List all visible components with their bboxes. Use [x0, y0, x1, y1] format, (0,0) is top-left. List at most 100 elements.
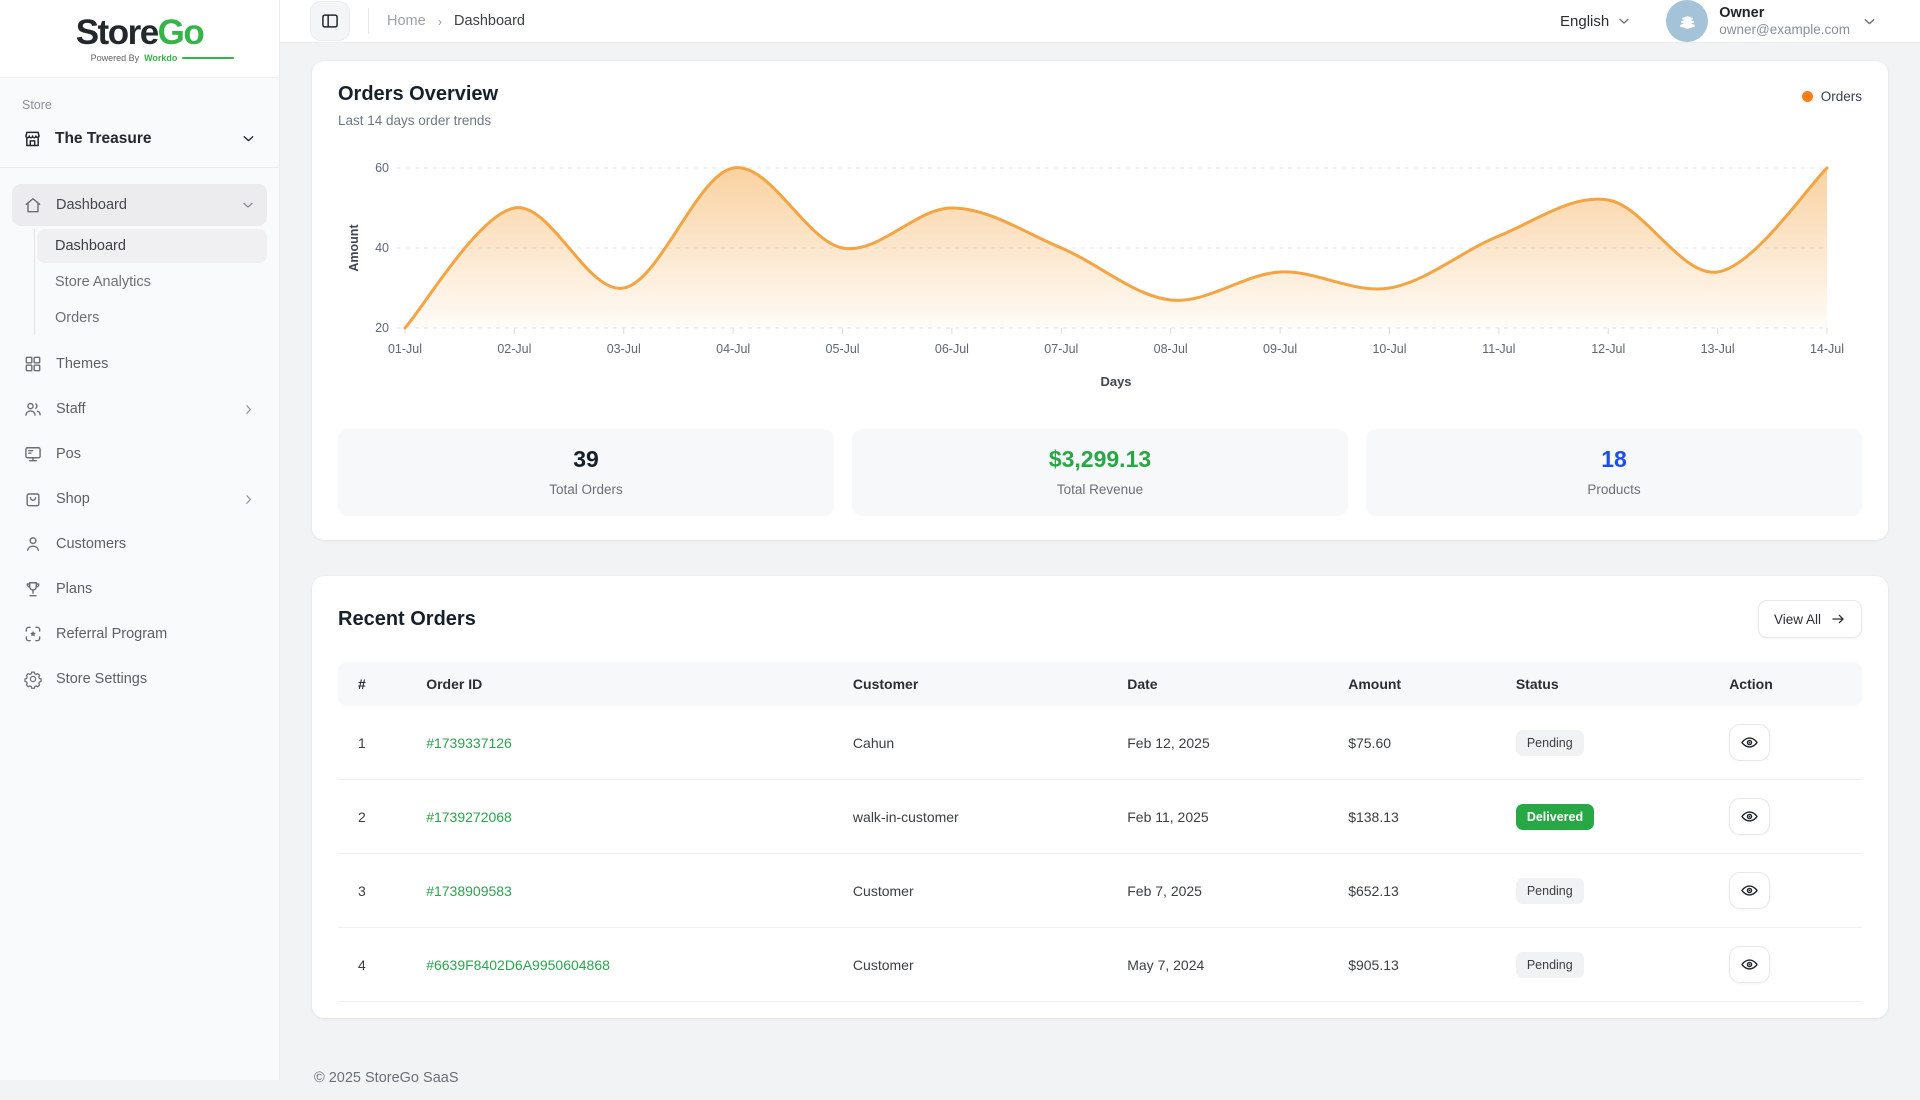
svg-text:08-Jul: 08-Jul [1154, 342, 1188, 356]
svg-text:20: 20 [375, 321, 389, 335]
sidebar-subitem-orders[interactable]: Orders [37, 301, 267, 335]
column-header--: # [338, 662, 414, 706]
orders-table-header: #Order IDCustomerDateAmountStatusAction [338, 662, 1862, 706]
orders-table: #Order IDCustomerDateAmountStatusAction … [338, 662, 1862, 1002]
view-order-button[interactable] [1729, 724, 1770, 761]
brand-name-part2: Go [158, 13, 204, 52]
svg-text:Days: Days [1100, 374, 1131, 389]
sidebar-item-themes[interactable]: Themes [12, 343, 267, 385]
sidebar-subitem-store-analytics[interactable]: Store Analytics [37, 265, 267, 299]
store-selector[interactable]: The Treasure [0, 124, 279, 168]
svg-text:06-Jul: 06-Jul [935, 342, 969, 356]
sidebar-item-label: Dashboard [56, 197, 127, 213]
breadcrumb-home[interactable]: Home [387, 13, 426, 29]
svg-text:03-Jul: 03-Jul [607, 342, 641, 356]
svg-text:10-Jul: 10-Jul [1372, 342, 1406, 356]
svg-text:04-Jul: 04-Jul [716, 342, 750, 356]
order-id-link[interactable]: #1739272068 [426, 809, 512, 825]
cell-num: 4 [338, 928, 414, 1002]
main-area: Home › Dashboard English Owner [280, 0, 1920, 1080]
sidebar-item-label: Shop [56, 491, 90, 507]
user-menu[interactable]: Owner owner@example.com [1666, 0, 1878, 42]
view-all-button[interactable]: View All [1758, 600, 1862, 638]
table-row: 1 #1739337126 Cahun Feb 12, 2025 $75.60 … [338, 706, 1862, 780]
status-badge: Pending [1516, 730, 1584, 756]
chart-legend-orders[interactable]: Orders [1802, 89, 1862, 104]
view-order-button[interactable] [1729, 946, 1770, 983]
sidebar-submenu: DashboardStore AnalyticsOrders [34, 229, 267, 335]
sidebar-item-label: Plans [56, 581, 92, 597]
topbar-divider [368, 8, 369, 34]
recent-orders-title: Recent Orders [338, 608, 476, 631]
cell-amount: $652.13 [1336, 854, 1504, 928]
sidebar-item-plans[interactable]: Plans [12, 568, 267, 610]
users-icon [23, 399, 43, 419]
cell-date: Feb 12, 2025 [1115, 706, 1336, 780]
order-id-link[interactable]: #1738909583 [426, 883, 512, 899]
sidebar-item-label: Store Settings [56, 671, 147, 687]
gear-icon [23, 669, 43, 689]
cell-date: Feb 7, 2025 [1115, 854, 1336, 928]
trophy-icon [23, 579, 43, 599]
column-header-status: Status [1504, 662, 1717, 706]
view-order-button[interactable] [1729, 872, 1770, 909]
language-selector[interactable]: English [1560, 13, 1632, 30]
cell-customer: Cahun [841, 706, 1115, 780]
arrow-right-icon [1830, 611, 1846, 627]
stat-card-total-orders: 39 Total Orders [338, 429, 834, 516]
column-header-date: Date [1115, 662, 1336, 706]
powered-by: Powered By Workdo [91, 53, 235, 63]
table-row: 4 #6639F8402D6A9950604868 Customer May 7… [338, 928, 1862, 1002]
sidebar-item-shop[interactable]: Shop [12, 478, 267, 520]
user-name: Owner [1719, 4, 1850, 22]
sidebar: StoreGo Powered By Workdo Store The Trea… [0, 0, 280, 1080]
stat-value: 39 [338, 446, 834, 473]
column-header-customer: Customer [841, 662, 1115, 706]
svg-text:11-Jul: 11-Jul [1482, 342, 1515, 356]
svg-text:14-Jul: 14-Jul [1810, 342, 1844, 356]
view-all-label: View All [1774, 612, 1821, 627]
language-label: English [1560, 13, 1609, 30]
eye-icon [1740, 733, 1759, 752]
building-icon [1675, 9, 1700, 34]
sidebar-item-dashboard[interactable]: Dashboard [12, 184, 267, 226]
app-root: StoreGo Powered By Workdo Store The Trea… [0, 0, 1920, 1080]
svg-text:12-Jul: 12-Jul [1591, 342, 1625, 356]
stats-row: 39 Total Orders $3,299.13 Total Revenue … [338, 429, 1862, 516]
view-order-button[interactable] [1729, 798, 1770, 835]
sidebar-subitem-dashboard[interactable]: Dashboard [37, 229, 267, 263]
sidebar-item-staff[interactable]: Staff [12, 388, 267, 430]
sidebar-item-label: Customers [56, 536, 126, 552]
chevron-down-icon [240, 197, 256, 213]
sidebar-item-customers[interactable]: Customers [12, 523, 267, 565]
svg-text:60: 60 [375, 161, 389, 175]
panel-icon [320, 11, 340, 31]
column-header-action: Action [1717, 662, 1862, 706]
legend-dot-icon [1802, 91, 1813, 102]
cell-customer: Customer [841, 854, 1115, 928]
avatar [1666, 0, 1708, 42]
orders-area-chart: 20406001-Jul02-Jul03-Jul04-Jul05-Jul06-J… [338, 138, 1862, 410]
breadcrumb-separator: › [438, 14, 442, 29]
stat-value: $3,299.13 [852, 446, 1348, 473]
sidebar-item-referral-program[interactable]: Referral Program [12, 613, 267, 655]
storefront-icon [22, 128, 43, 149]
topbar: Home › Dashboard English Owner [280, 0, 1920, 43]
order-id-link[interactable]: #1739337126 [426, 735, 512, 751]
sidebar-item-label: Pos [56, 446, 81, 462]
chart-wrap: 20406001-Jul02-Jul03-Jul04-Jul05-Jul06-J… [338, 138, 1862, 415]
cell-amount: $138.13 [1336, 780, 1504, 854]
brand-logo: StoreGo Powered By Workdo [0, 0, 279, 78]
sidebar-toggle-button[interactable] [310, 1, 350, 41]
table-row: 3 #1738909583 Customer Feb 7, 2025 $652.… [338, 854, 1862, 928]
order-id-link[interactable]: #6639F8402D6A9950604868 [426, 957, 610, 973]
sidebar-item-pos[interactable]: Pos [12, 433, 267, 475]
sidebar-item-store-settings[interactable]: Store Settings [12, 658, 267, 700]
cell-num: 1 [338, 706, 414, 780]
topbar-right: English Owner owner@example.com [1560, 0, 1878, 42]
grid-icon [23, 354, 43, 374]
sidebar-item-label: Referral Program [56, 626, 167, 642]
cell-date: Feb 11, 2025 [1115, 780, 1336, 854]
cell-amount: $75.60 [1336, 706, 1504, 780]
orders-overview-card: Orders Overview Last 14 days order trend… [312, 61, 1888, 540]
